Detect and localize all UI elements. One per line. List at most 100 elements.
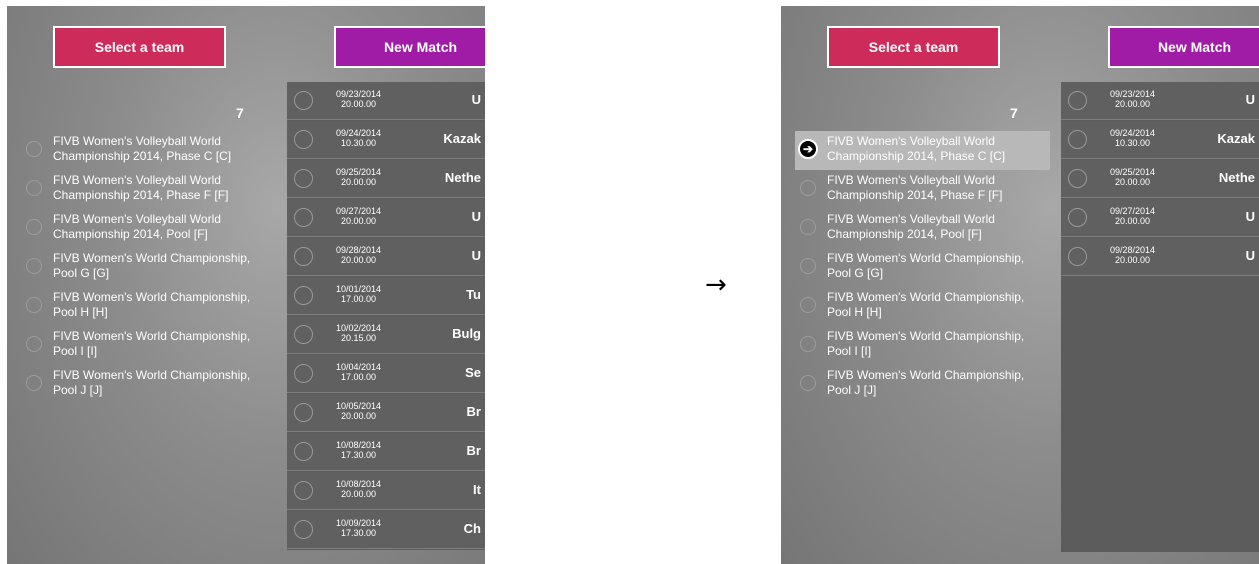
radio-button[interactable] xyxy=(800,258,816,274)
match-row[interactable]: 10/09/2014 17.30.00 Ch xyxy=(287,511,485,549)
radio-button[interactable] xyxy=(26,297,42,313)
championship-item[interactable]: FIVB Women's Volleyball World Championsh… xyxy=(21,209,276,248)
match-date: 09/24/2014 xyxy=(1109,128,1156,138)
match-datetime: 09/25/2014 20.00.00 xyxy=(1095,167,1170,187)
match-row[interactable]: 09/25/2014 20.00.00 Nethe xyxy=(287,160,485,198)
radio-button[interactable] xyxy=(1068,169,1087,188)
match-date: 10/08/2014 xyxy=(335,479,382,489)
radio-button[interactable] xyxy=(294,325,313,344)
radio-button[interactable] xyxy=(800,180,816,196)
radio-button[interactable] xyxy=(294,481,313,500)
match-team: U xyxy=(471,248,481,263)
championship-label: FIVB Women's World Championship, Pool J … xyxy=(53,368,251,397)
new-match-button[interactable]: New Match xyxy=(334,26,485,68)
radio-button[interactable] xyxy=(800,336,816,352)
radio-button[interactable] xyxy=(26,219,42,235)
radio-button[interactable] xyxy=(294,286,313,305)
championship-label: FIVB Women's World Championship, Pool J … xyxy=(827,368,1025,397)
match-date: 09/27/2014 xyxy=(1109,206,1156,216)
match-time: 17.30.00 xyxy=(340,528,377,538)
championship-item[interactable]: FIVB Women's World Championship, Pool G … xyxy=(21,248,276,287)
radio-button[interactable] xyxy=(1068,208,1087,227)
championship-item[interactable]: FIVB Women's Volleyball World Championsh… xyxy=(795,209,1050,248)
match-datetime: 10/01/2014 17.00.00 xyxy=(321,284,396,304)
match-date: 09/23/2014 xyxy=(335,89,382,99)
championship-item[interactable]: FIVB Women's Volleyball World Championsh… xyxy=(21,170,276,209)
match-row[interactable]: 10/08/2014 20.00.00 It xyxy=(287,472,485,510)
match-row[interactable]: 09/23/2014 20.00.00 U xyxy=(1061,82,1259,120)
championship-item[interactable]: FIVB Women's World Championship, Pool H … xyxy=(795,287,1050,326)
match-datetime: 10/05/2014 20.00.00 xyxy=(321,401,396,421)
radio-button[interactable] xyxy=(294,208,313,227)
match-row[interactable]: 10/04/2014 17.00.00 Se xyxy=(287,355,485,393)
match-time: 20.00.00 xyxy=(1114,99,1151,109)
match-team: U xyxy=(471,209,481,224)
radio-button[interactable] xyxy=(1068,130,1087,149)
radio-button[interactable] xyxy=(294,169,313,188)
radio-button[interactable] xyxy=(1068,247,1087,266)
championship-label: FIVB Women's Volleyball World Championsh… xyxy=(827,173,1003,202)
championship-item[interactable]: FIVB Women's World Championship, Pool J … xyxy=(21,365,276,404)
radio-button[interactable] xyxy=(26,258,42,274)
championship-label: FIVB Women's Volleyball World Championsh… xyxy=(827,134,1006,163)
championship-item[interactable]: FIVB Women's World Championship, Pool I … xyxy=(21,326,276,365)
championship-item[interactable]: FIVB Women's World Championship, Pool H … xyxy=(21,287,276,326)
match-team: U xyxy=(1245,92,1255,107)
match-date: 09/25/2014 xyxy=(1109,167,1156,177)
radio-button[interactable] xyxy=(294,364,313,383)
match-date: 09/24/2014 xyxy=(335,128,382,138)
championship-item[interactable]: FIVB Women's World Championship, Pool G … xyxy=(795,248,1050,287)
championship-count: 7 xyxy=(236,105,244,121)
match-row[interactable]: 09/24/2014 10.30.00 Kazak xyxy=(287,121,485,159)
radio-button[interactable] xyxy=(26,180,42,196)
match-time: 20.00.00 xyxy=(340,216,377,226)
championship-label: FIVB Women's World Championship, Pool I … xyxy=(827,329,1025,358)
radio-button[interactable] xyxy=(800,297,816,313)
select-team-button[interactable]: Select a team xyxy=(53,26,226,68)
arrow-right-circle-icon[interactable]: ➔ xyxy=(798,139,818,159)
match-date: 09/28/2014 xyxy=(1109,245,1156,255)
match-datetime: 10/02/2014 20.15.00 xyxy=(321,323,396,343)
championship-label: FIVB Women's Volleyball World Championsh… xyxy=(53,212,221,241)
match-row[interactable]: 10/01/2014 17.00.00 Tu xyxy=(287,277,485,315)
championship-item[interactable]: FIVB Women's World Championship, Pool J … xyxy=(795,365,1050,404)
match-row[interactable]: 09/27/2014 20.00.00 U xyxy=(1061,199,1259,237)
radio-button[interactable] xyxy=(294,403,313,422)
championship-item[interactable]: FIVB Women's Volleyball World Championsh… xyxy=(21,131,276,170)
match-datetime: 09/27/2014 20.00.00 xyxy=(1095,206,1170,226)
new-match-button[interactable]: New Match xyxy=(1108,26,1259,68)
match-date: 10/02/2014 xyxy=(335,323,382,333)
match-row[interactable]: 09/25/2014 20.00.00 Nethe xyxy=(1061,160,1259,198)
radio-button[interactable] xyxy=(294,130,313,149)
radio-button[interactable] xyxy=(26,375,42,391)
match-datetime: 10/04/2014 17.00.00 xyxy=(321,362,396,382)
match-row[interactable]: 09/28/2014 20.00.00 U xyxy=(1061,238,1259,276)
radio-button[interactable] xyxy=(294,520,313,539)
radio-button[interactable] xyxy=(294,91,313,110)
match-date: 10/09/2014 xyxy=(335,518,382,528)
match-time: 10.30.00 xyxy=(340,138,377,148)
match-row[interactable]: 10/05/2014 20.00.00 Br xyxy=(287,394,485,432)
match-row[interactable]: 09/27/2014 20.00.00 U xyxy=(287,199,485,237)
match-time: 20.00.00 xyxy=(1114,255,1151,265)
match-row[interactable]: 10/08/2014 17.30.00 Br xyxy=(287,433,485,471)
championship-item[interactable]: ➔ FIVB Women's Volleyball World Champions… xyxy=(795,131,1050,170)
championship-item[interactable]: FIVB Women's Volleyball World Championsh… xyxy=(795,170,1050,209)
championship-item[interactable]: FIVB Women's World Championship, Pool I … xyxy=(795,326,1050,365)
match-date: 09/23/2014 xyxy=(1109,89,1156,99)
radio-button[interactable] xyxy=(1068,91,1087,110)
radio-button[interactable] xyxy=(26,141,42,157)
radio-button[interactable] xyxy=(800,375,816,391)
radio-button[interactable] xyxy=(800,219,816,235)
match-row[interactable]: 09/23/2014 20.00.00 U xyxy=(287,82,485,120)
match-row[interactable]: 09/24/2014 10.30.00 Kazak xyxy=(1061,121,1259,159)
screen-before: Select a team New Match 7 FIVB Women's V… xyxy=(7,6,485,564)
championship-label: FIVB Women's Volleyball World Championsh… xyxy=(53,173,229,202)
radio-button[interactable] xyxy=(294,247,313,266)
match-date: 09/25/2014 xyxy=(335,167,382,177)
select-team-button[interactable]: Select a team xyxy=(827,26,1000,68)
radio-button[interactable] xyxy=(26,336,42,352)
match-row[interactable]: 09/28/2014 20.00.00 U xyxy=(287,238,485,276)
match-row[interactable]: 10/02/2014 20.15.00 Bulg xyxy=(287,316,485,354)
radio-button[interactable] xyxy=(294,442,313,461)
